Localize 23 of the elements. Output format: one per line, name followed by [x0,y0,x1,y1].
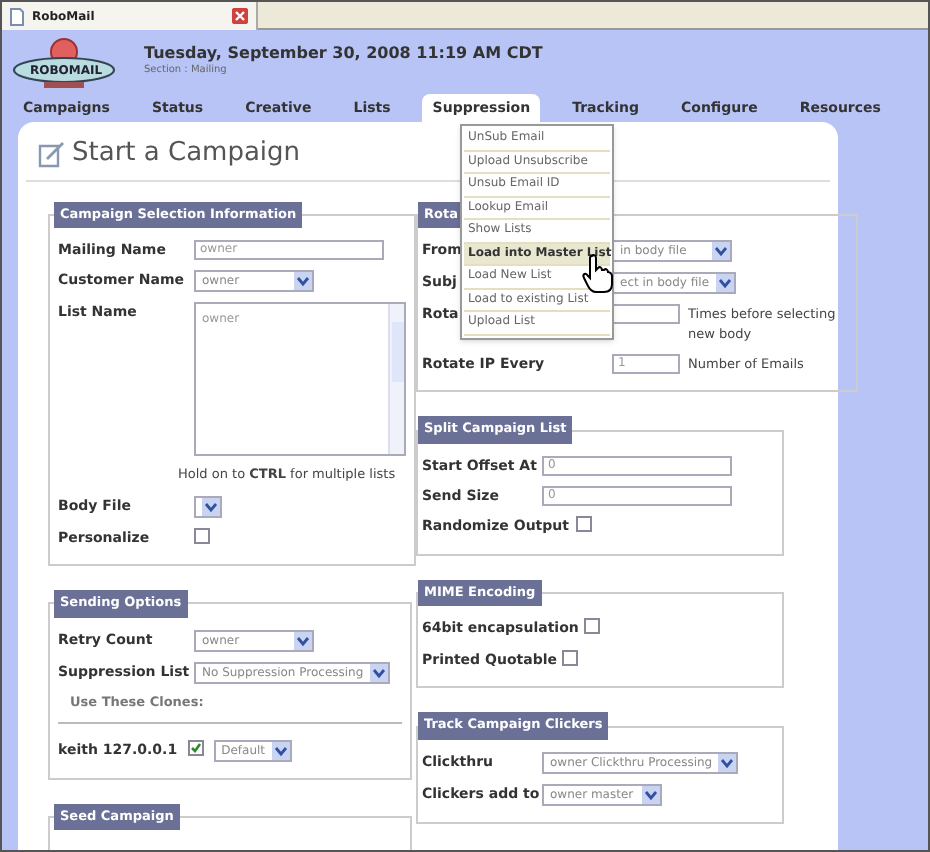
scrollbar[interactable] [388,304,404,455]
checkbox[interactable] [562,649,579,666]
pencil-page-icon [38,139,66,168]
caret-icon [712,242,730,261]
close-icon[interactable] [232,8,248,24]
caret-icon [294,631,312,650]
caret-icon [369,663,388,682]
document-icon [10,7,24,25]
logo-emblem-icon [12,38,116,90]
caret-icon [642,786,660,804]
checkbox[interactable] [187,739,204,755]
input-field[interactable] [612,304,680,325]
page-title: Start a Campaign [72,136,301,172]
dropdown[interactable] [194,496,222,518]
checkbox[interactable] [575,516,591,532]
caret-icon [294,272,312,291]
date-time: Tuesday, September 30, 2008 11:19 AM CDT [144,44,543,64]
caret-icon [718,754,737,772]
checkbox[interactable] [584,618,601,635]
caret-icon [202,498,220,516]
caret-icon [271,741,290,759]
checkbox[interactable] [194,528,210,544]
caret-icon [715,274,734,293]
